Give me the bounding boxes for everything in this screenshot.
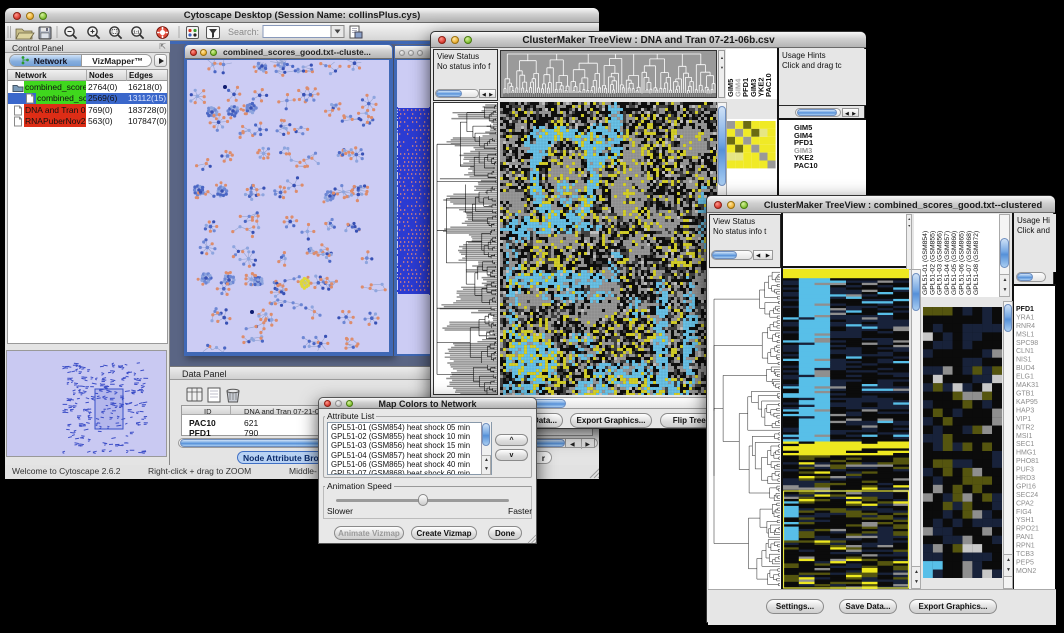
- svg-text:GPL51-02 (GSM855): GPL51-02 (GSM855): [929, 231, 936, 295]
- svg-text:GPL51-06 (GSM865): GPL51-06 (GSM865): [959, 231, 966, 295]
- svg-text:Search:: Search:: [228, 27, 259, 37]
- svg-text:GPL51-05 (GSM860): GPL51-05 (GSM860): [951, 231, 958, 295]
- svg-text:GPL51-07 (GSM868): GPL51-07 (GSM868): [966, 231, 973, 295]
- svg-text:GPL51-03 (GSM856): GPL51-03 (GSM856): [937, 231, 944, 295]
- svg-text:GPL51-08 (GSM872): GPL51-08 (GSM872): [973, 231, 980, 295]
- svg-text:1:1: 1:1: [133, 29, 140, 34]
- svg-text:PAC10: PAC10: [764, 73, 773, 97]
- svg-text:GPL51-01 (GSM854): GPL51-01 (GSM854): [922, 231, 929, 295]
- svg-text:GPL51-04 (GSM857): GPL51-04 (GSM857): [944, 231, 951, 295]
